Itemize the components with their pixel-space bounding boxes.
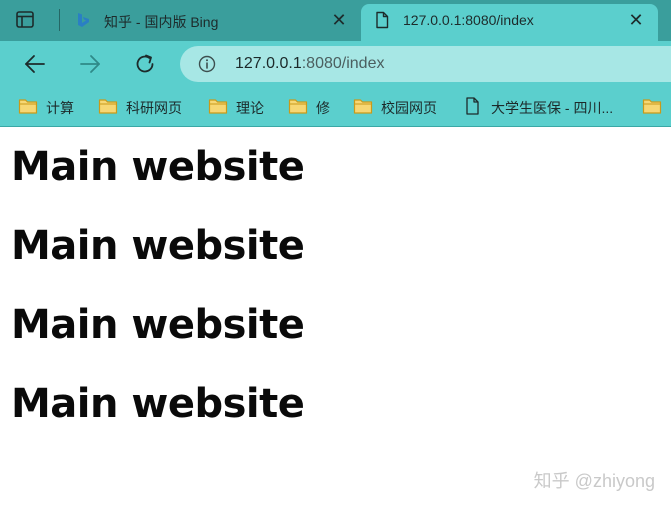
tab-bing[interactable]: 知乎 - 国内版 Bing ✕ xyxy=(62,0,358,41)
folder-icon xyxy=(353,99,373,114)
browser-window: 知乎 - 国内版 Bing ✕ 127.0.0.1:8080/index ✕ 1… xyxy=(0,0,671,509)
main-heading: Main website xyxy=(11,381,305,427)
arrow-left-icon xyxy=(25,55,45,73)
tab-title: 127.0.0.1:8080/index xyxy=(403,12,534,28)
main-heading: Main website xyxy=(11,223,305,269)
arrow-right-icon xyxy=(80,55,100,73)
main-heading: Main website xyxy=(11,302,305,348)
close-icon[interactable]: ✕ xyxy=(627,11,645,29)
tab-title: 知乎 - 国内版 Bing xyxy=(104,14,219,30)
page-icon xyxy=(376,11,389,29)
bookmark-label: 校园网页 xyxy=(381,100,437,116)
bookmark-label: 大学生医保 - 四川... xyxy=(491,100,614,116)
folder-icon xyxy=(18,99,38,114)
folder-icon xyxy=(98,99,118,114)
info-icon[interactable] xyxy=(198,55,216,73)
forward-button[interactable] xyxy=(77,51,103,77)
bing-icon xyxy=(78,13,89,27)
reload-icon xyxy=(136,54,154,73)
address-bar[interactable]: 127.0.0.1:8080/index xyxy=(180,46,671,82)
url-path: :8080/index xyxy=(301,55,385,72)
main-heading: Main website xyxy=(11,144,305,190)
back-button[interactable] xyxy=(22,51,48,77)
bookmark-label: 科研网页 xyxy=(126,100,182,116)
url-host: 127.0.0.1 xyxy=(235,55,302,72)
folder-icon xyxy=(208,99,228,114)
watermark: 知乎 @zhiyong xyxy=(533,471,655,491)
tab-actions-icon xyxy=(16,11,34,28)
bookmarks-bar: 计算 科研网页 理论 修 校园网页 大学生医保 - 四川... xyxy=(0,87,671,127)
url-text[interactable]: 127.0.0.1:8080/index xyxy=(235,55,384,73)
reload-button[interactable] xyxy=(132,51,158,77)
folder-icon xyxy=(642,99,662,114)
bookmark-label: 计算 xyxy=(46,100,74,116)
tab-strip: 知乎 - 国内版 Bing ✕ 127.0.0.1:8080/index ✕ xyxy=(0,0,671,41)
bookmark-label: 修 xyxy=(316,100,330,116)
page-icon xyxy=(466,97,479,115)
navigation-toolbar: 127.0.0.1:8080/index xyxy=(0,41,671,87)
tab-index[interactable]: 127.0.0.1:8080/index ✕ xyxy=(361,4,658,41)
tab-divider xyxy=(59,9,60,31)
page-content: Main website Main website Main website M… xyxy=(0,127,671,509)
close-icon[interactable]: ✕ xyxy=(330,11,348,29)
bookmark-label: 理论 xyxy=(236,100,264,116)
folder-icon xyxy=(288,99,308,114)
tab-actions-button[interactable] xyxy=(14,9,44,31)
